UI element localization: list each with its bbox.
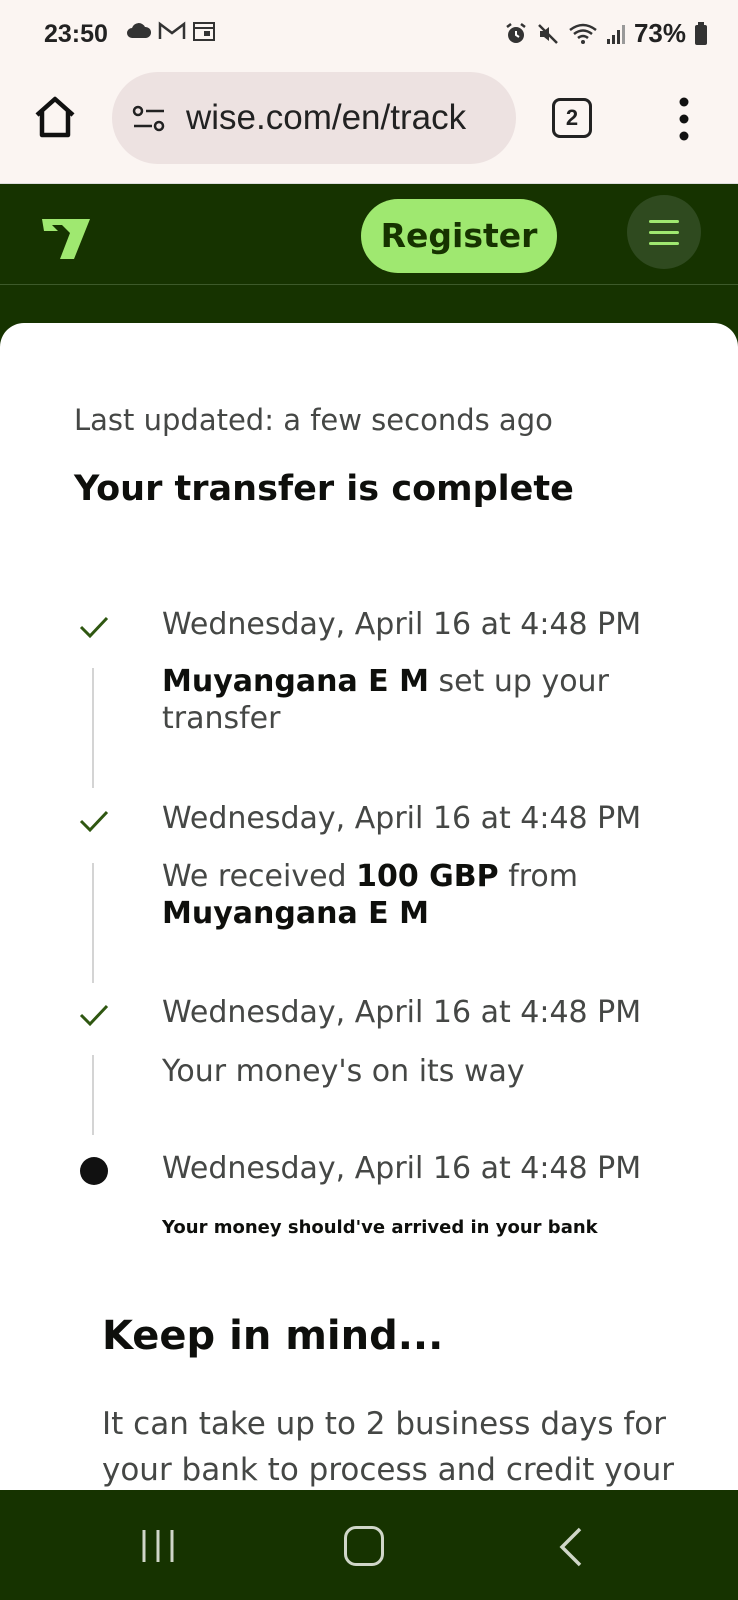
cloud-icon <box>127 23 152 38</box>
alarm-icon <box>506 22 526 43</box>
gmail-icon <box>158 21 186 39</box>
amount: 100 GBP <box>356 859 499 894</box>
menu-button[interactable] <box>627 195 701 269</box>
browser-toolbar: wise.com/en/track 2 <box>0 66 738 184</box>
url-text: wise.com/en/track <box>186 98 467 137</box>
step-date: Wednesday, April 16 at 4:48 PM <box>162 607 642 642</box>
timeline-connector <box>92 668 94 788</box>
more-options-icon[interactable] <box>672 96 696 142</box>
signal-icon <box>606 24 625 44</box>
battery-icon <box>695 21 707 45</box>
calendar-icon <box>193 22 215 41</box>
tabs-button[interactable]: 2 <box>552 98 592 138</box>
step-description: We received 100 GBP from Muyangana E M <box>162 859 579 931</box>
site-header: Register <box>0 185 738 285</box>
url-bar[interactable]: wise.com/en/track <box>112 72 516 164</box>
check-icon <box>79 1004 109 1027</box>
site-settings-icon[interactable] <box>132 104 166 134</box>
keep-in-mind-text: It can take up to 2 business days for yo… <box>102 1406 675 1488</box>
step-date: Wednesday, April 16 at 4:48 PM <box>162 995 642 1030</box>
page-title: Your transfer is complete <box>74 469 574 509</box>
system-nav-bar <box>0 1490 738 1600</box>
battery-percent: 73% <box>633 18 686 48</box>
step-description: Your money should've arrived in your ban… <box>162 1217 598 1238</box>
register-button[interactable]: Register <box>361 199 557 273</box>
timeline-connector <box>92 1055 94 1135</box>
transfer-card: Last updated: a few seconds ago Your tra… <box>0 323 738 1490</box>
wise-logo-icon[interactable] <box>40 213 94 261</box>
wifi-icon <box>569 23 597 44</box>
step-date: Wednesday, April 16 at 4:48 PM <box>162 1151 642 1186</box>
keep-in-mind-heading: Keep in mind... <box>102 1313 444 1359</box>
current-step-dot <box>80 1157 108 1185</box>
check-icon <box>79 616 109 639</box>
home-icon[interactable] <box>30 92 80 142</box>
last-updated: Last updated: a few seconds ago <box>74 403 553 437</box>
sender-name: Muyangana E M <box>162 896 429 931</box>
timeline-connector <box>92 863 94 983</box>
check-icon <box>79 810 109 833</box>
status-time: 23:50 <box>44 20 108 48</box>
recents-icon[interactable] <box>140 1528 176 1564</box>
mute-icon <box>538 23 558 44</box>
step-description: Muyangana E M set up your transfer <box>162 664 609 736</box>
status-bar: 23:50 73% <box>0 0 738 66</box>
sender-name: Muyangana E M <box>162 664 429 699</box>
home-nav-icon[interactable] <box>344 1526 384 1566</box>
back-icon[interactable] <box>556 1526 586 1568</box>
step-description: Your money's on its way <box>162 1054 525 1089</box>
step-date: Wednesday, April 16 at 4:48 PM <box>162 801 642 836</box>
